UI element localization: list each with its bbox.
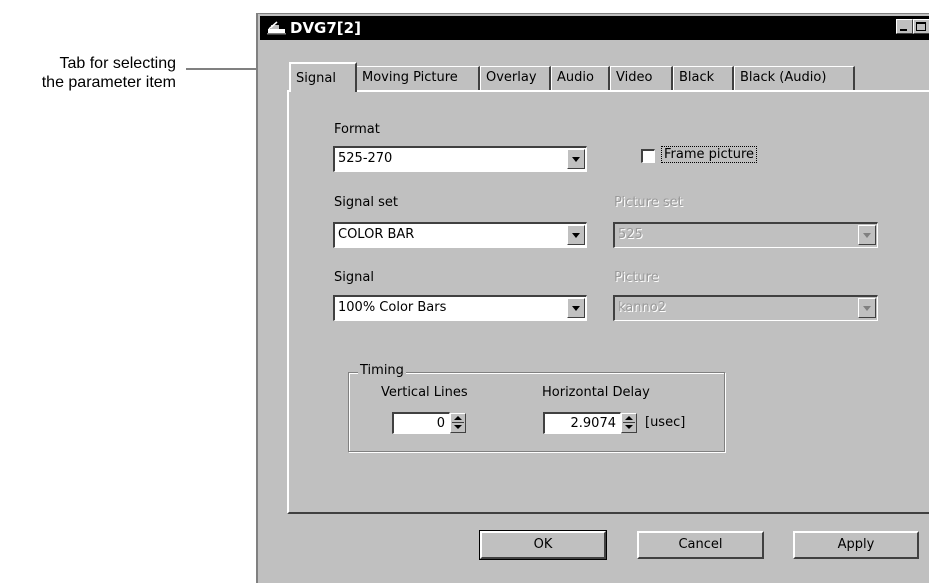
- frame-picture-text: Frame picture: [661, 146, 758, 163]
- spin-down-icon[interactable]: [454, 425, 462, 429]
- spin-down-icon[interactable]: [625, 425, 633, 429]
- tab-label: Overlay: [486, 70, 537, 85]
- tab-signal[interactable]: Signal: [289, 62, 357, 92]
- frame-picture-label[interactable]: Frame picture: [661, 146, 758, 163]
- spin-up-icon[interactable]: [625, 416, 633, 420]
- picture-set-label: Picture set: [614, 195, 683, 210]
- tab-black-audio[interactable]: Black (Audio): [734, 66, 855, 90]
- signal-set-label: Signal set: [334, 195, 398, 210]
- chevron-down-icon: [858, 225, 876, 245]
- vertical-lines-value: 0: [436, 416, 445, 431]
- callout-text: Tab for selecting the parameter item: [0, 54, 176, 92]
- signal-value: 100% Color Bars: [338, 300, 447, 315]
- ok-button[interactable]: OK: [479, 530, 607, 560]
- spin-divider: [452, 422, 464, 423]
- tab-audio[interactable]: Audio: [551, 66, 610, 90]
- format-value: 525-270: [338, 151, 393, 166]
- vertical-lines-label: Vertical Lines: [381, 385, 468, 400]
- picture-set-select: 525: [613, 222, 878, 248]
- timing-group-label: Timing: [358, 363, 406, 378]
- cancel-button[interactable]: Cancel: [637, 531, 764, 559]
- spin-up-icon[interactable]: [454, 416, 462, 420]
- chevron-down-icon[interactable]: [567, 225, 585, 245]
- title-bar[interactable]: DVG7[2]: [260, 16, 929, 40]
- picture-value: kanno2: [618, 300, 666, 315]
- app-icon: [267, 21, 286, 35]
- horizontal-delay-spinner[interactable]: [621, 413, 637, 433]
- chevron-down-icon[interactable]: [567, 149, 585, 169]
- tab-label: Black: [679, 70, 715, 85]
- signal-set-value: COLOR BAR: [338, 227, 415, 242]
- minimize-icon[interactable]: [896, 19, 913, 34]
- frame-picture-checkbox[interactable]: [641, 149, 655, 163]
- chevron-down-icon[interactable]: [567, 298, 585, 318]
- signal-label: Signal: [334, 270, 374, 285]
- spin-divider: [623, 422, 635, 423]
- tab-overlay[interactable]: Overlay: [480, 66, 551, 90]
- callout-line-2: the parameter item: [41, 74, 176, 91]
- picture-set-value: 525: [618, 227, 643, 242]
- tab-label: Signal: [296, 71, 336, 86]
- format-select[interactable]: 525-270: [333, 146, 587, 172]
- horizontal-delay-value: 2.9074: [570, 416, 617, 431]
- tab-moving-picture[interactable]: Moving Picture: [356, 66, 480, 90]
- tab-label: Audio: [557, 70, 594, 85]
- format-label: Format: [334, 122, 380, 137]
- maximize-icon[interactable]: [913, 19, 929, 34]
- window-title: DVG7[2]: [290, 19, 361, 37]
- callout-line-1: Tab for selecting: [59, 55, 176, 72]
- apply-button[interactable]: Apply: [793, 531, 919, 559]
- picture-label: Picture: [614, 270, 659, 285]
- vertical-lines-input[interactable]: 0: [392, 412, 450, 434]
- signal-set-select[interactable]: COLOR BAR: [333, 222, 587, 248]
- tab-label: Video: [616, 70, 653, 85]
- tab-label: Black (Audio): [740, 70, 827, 85]
- horizontal-delay-label: Horizontal Delay: [542, 385, 650, 400]
- horizontal-delay-input[interactable]: 2.9074: [543, 412, 621, 434]
- tab-video[interactable]: Video: [610, 66, 673, 90]
- picture-select: kanno2: [613, 295, 878, 321]
- vertical-lines-spinner[interactable]: [450, 413, 466, 433]
- tab-black[interactable]: Black: [673, 66, 734, 90]
- tab-label: Moving Picture: [362, 70, 458, 85]
- usec-unit-label: [usec]: [645, 415, 686, 430]
- chevron-down-icon: [858, 298, 876, 318]
- signal-select[interactable]: 100% Color Bars: [333, 295, 587, 321]
